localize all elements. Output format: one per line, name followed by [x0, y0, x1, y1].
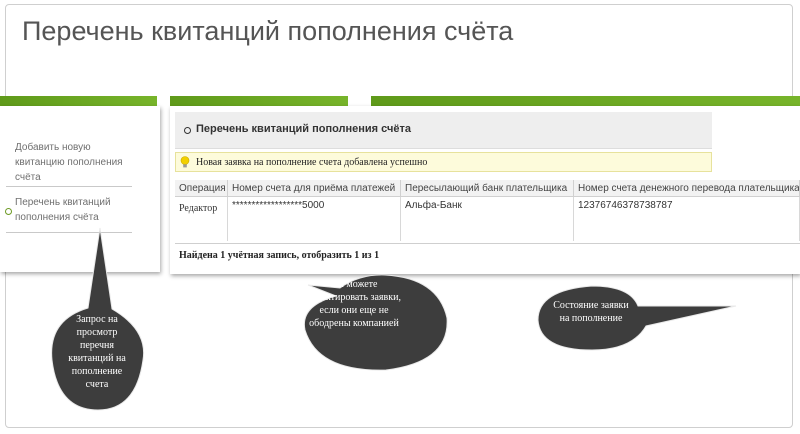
callout-text-right: Состояние заявки на пополнение: [553, 300, 629, 324]
callout-text-middle: Вы можете редактировать заявки, если они…: [307, 279, 401, 329]
callout-text-left: Запрос на просмотр перечня квитанций на …: [68, 314, 126, 390]
